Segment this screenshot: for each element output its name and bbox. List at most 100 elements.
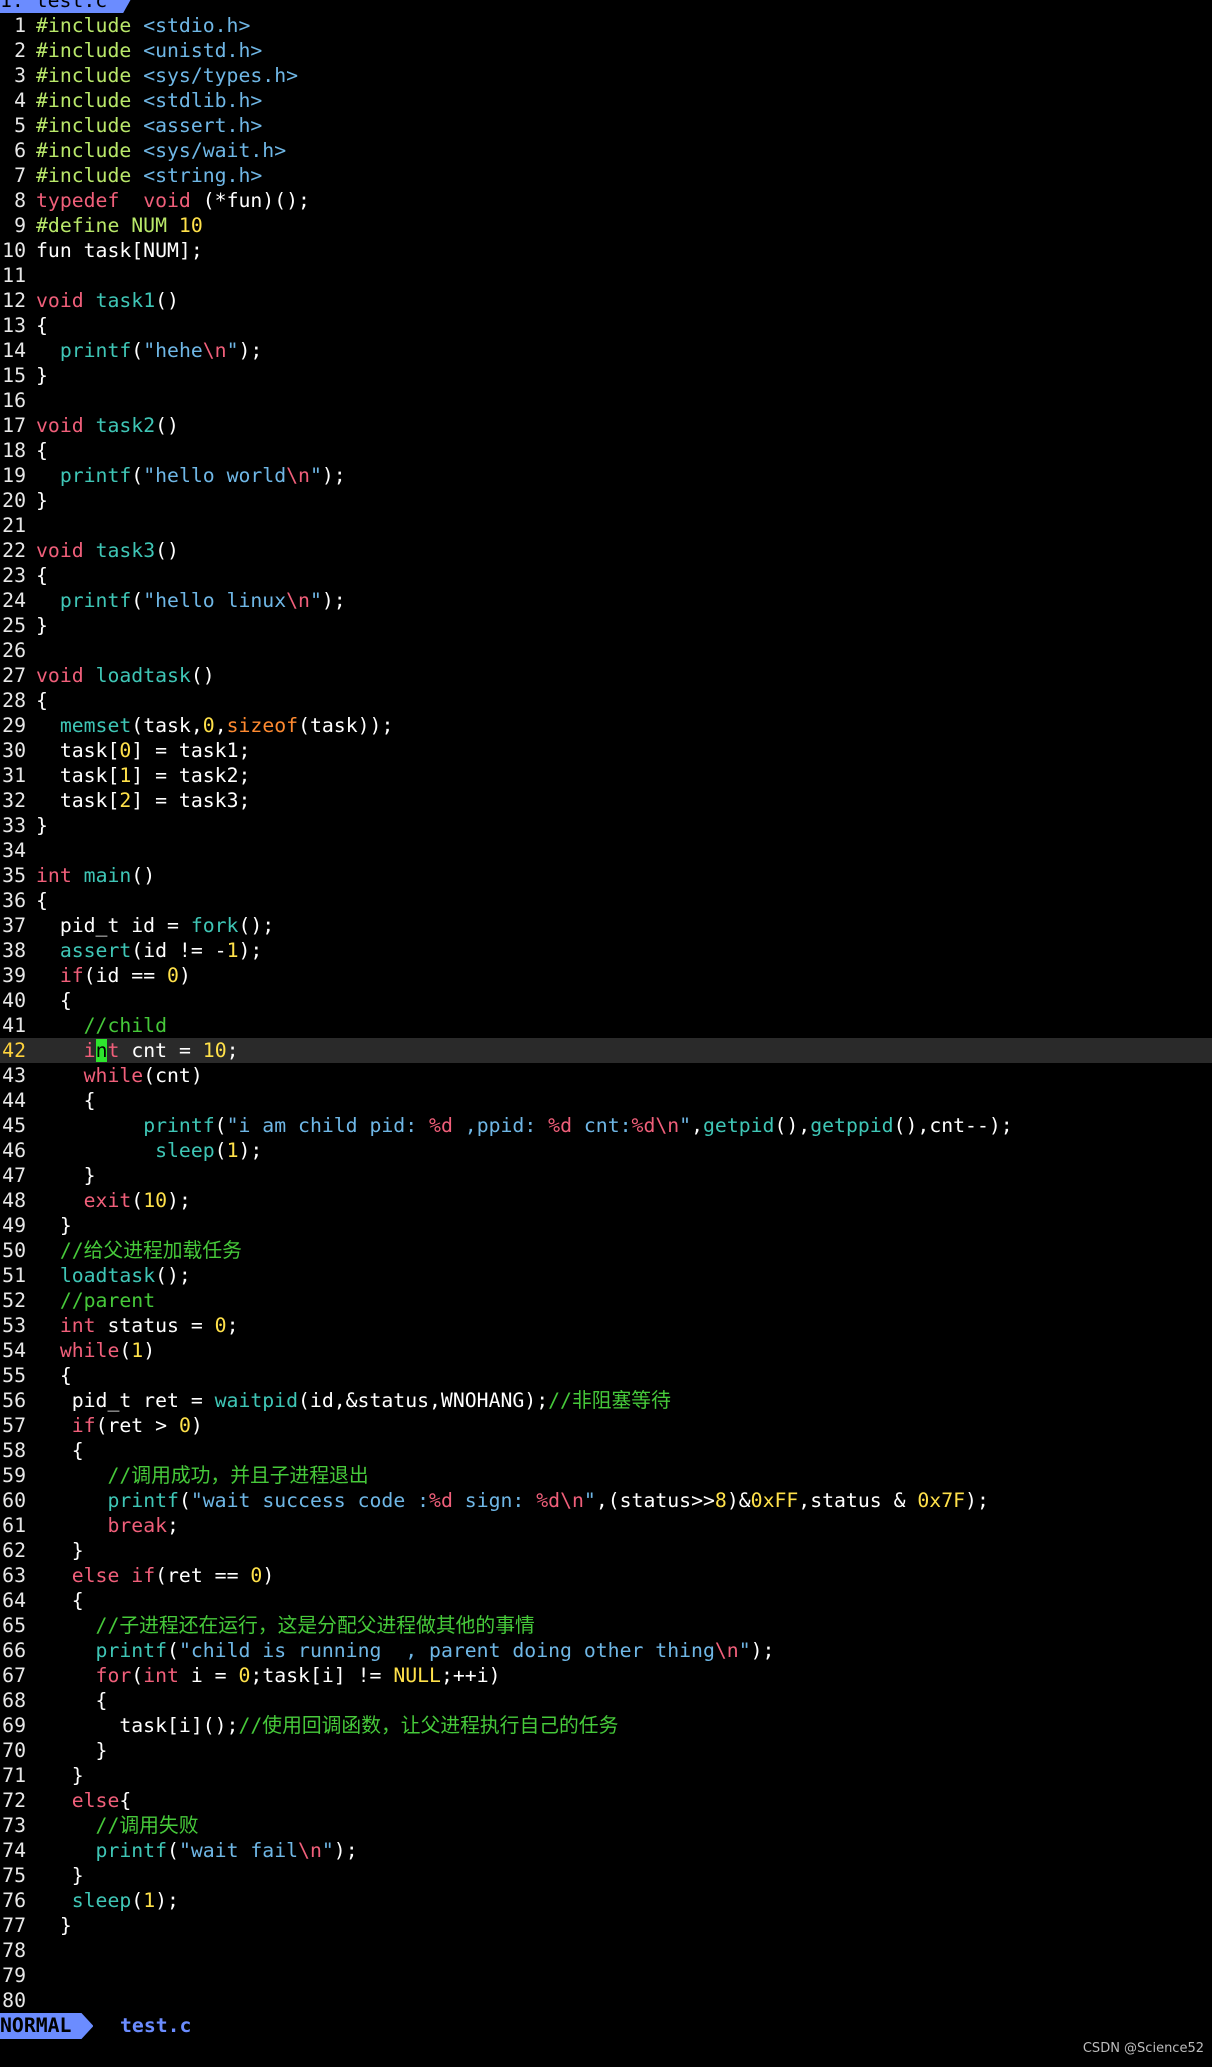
code-line[interactable]: 60 printf("wait success code :%d sign: %… bbox=[0, 1488, 1212, 1513]
code-line[interactable]: 4 #include <stdlib.h> bbox=[0, 88, 1212, 113]
code-line[interactable]: 41 //child bbox=[0, 1013, 1212, 1038]
code-line[interactable]: 56 pid_t ret = waitpid(id,&status,WNOHAN… bbox=[0, 1388, 1212, 1413]
code-line[interactable]: 77 } bbox=[0, 1913, 1212, 1938]
code-line[interactable]: 1 #include <stdio.h> bbox=[0, 13, 1212, 38]
code-line[interactable]: 45 printf("i am child pid: %d ,ppid: %d … bbox=[0, 1113, 1212, 1138]
code-line[interactable]: 29 memset(task,0,sizeof(task)); bbox=[0, 713, 1212, 738]
code-text: //给父进程加载任务 bbox=[59, 1239, 242, 1262]
code-line[interactable]: 55 { bbox=[0, 1363, 1212, 1388]
code-line[interactable]: 62 } bbox=[0, 1538, 1212, 1563]
code-line[interactable]: 14 printf("hehe\n"); bbox=[0, 338, 1212, 363]
code-line[interactable]: 68 { bbox=[0, 1688, 1212, 1713]
line-number: 77 bbox=[2, 1914, 26, 1937]
code-text: typedef void (*fun)(); bbox=[36, 189, 310, 212]
code-line[interactable]: 22 void task3() bbox=[0, 538, 1212, 563]
code-line[interactable]: 71 } bbox=[0, 1763, 1212, 1788]
code-line[interactable]: 11 bbox=[0, 263, 1212, 288]
code-line[interactable]: 72 else{ bbox=[0, 1788, 1212, 1813]
code-line[interactable]: 47 } bbox=[0, 1163, 1212, 1188]
code-text: else{ bbox=[71, 1789, 132, 1812]
code-line[interactable]: 46 sleep(1); bbox=[0, 1138, 1212, 1163]
code-line[interactable]: 19 printf("hello world\n"); bbox=[0, 463, 1212, 488]
code-line[interactable]: 74 printf("wait fail\n"); bbox=[0, 1838, 1212, 1863]
code-line[interactable]: 51 loadtask(); bbox=[0, 1263, 1212, 1288]
code-line[interactable]: 64 { bbox=[0, 1588, 1212, 1613]
code-line[interactable]: 18 { bbox=[0, 438, 1212, 463]
code-line[interactable]: 30 task[0] = task1; bbox=[0, 738, 1212, 763]
code-line[interactable]: 52 //parent bbox=[0, 1288, 1212, 1313]
text-cursor: n bbox=[95, 1039, 108, 1062]
code-line[interactable]: 36 { bbox=[0, 888, 1212, 913]
code-line[interactable]: 80 bbox=[0, 1988, 1212, 2013]
code-line[interactable]: 27 void loadtask() bbox=[0, 663, 1212, 688]
watermark: CSDN @Science52 bbox=[1082, 2041, 1204, 2056]
line-number: 75 bbox=[2, 1864, 26, 1887]
code-line[interactable]: 32 task[2] = task3; bbox=[0, 788, 1212, 813]
code-line[interactable]: 3 #include <sys/types.h> bbox=[0, 63, 1212, 88]
code-line[interactable]: 63 else if(ret == 0) bbox=[0, 1563, 1212, 1588]
code-text: exit(10); bbox=[83, 1189, 191, 1212]
code-line[interactable]: 53 int status = 0; bbox=[0, 1313, 1212, 1338]
code-line[interactable]: 16 bbox=[0, 388, 1212, 413]
code-line[interactable]: 15} bbox=[0, 363, 1212, 388]
code-line[interactable]: 73 //调用失败 bbox=[0, 1813, 1212, 1838]
code-line[interactable]: 54 while(1) bbox=[0, 1338, 1212, 1363]
code-line[interactable]: 31 task[1] = task2; bbox=[0, 763, 1212, 788]
code-line[interactable]: 43 while(cnt) bbox=[0, 1063, 1212, 1088]
code-line[interactable]: 26 bbox=[0, 638, 1212, 663]
code-line[interactable]: 67 for(int i = 0;task[i] != NULL;++i) bbox=[0, 1663, 1212, 1688]
code-line[interactable]: 49 } bbox=[0, 1213, 1212, 1238]
code-line[interactable]: 39 if(id == 0) bbox=[0, 963, 1212, 988]
code-line[interactable]: 76 sleep(1); bbox=[0, 1888, 1212, 1913]
code-line[interactable]: 61 break; bbox=[0, 1513, 1212, 1538]
code-line[interactable]: 24 printf("hello linux\n"); bbox=[0, 588, 1212, 613]
code-text: task[i]();//使用回调函数，让父进程执行自己的任务 bbox=[36, 1714, 619, 1737]
code-line[interactable]: 35 int main() bbox=[0, 863, 1212, 888]
code-text: pid_t id = fork(); bbox=[36, 914, 275, 937]
code-line[interactable]: 8 typedef void (*fun)(); bbox=[0, 188, 1212, 213]
code-line[interactable]: 42 int cnt = 10; bbox=[0, 1038, 1212, 1063]
tab-test-c[interactable]: 1: test.c bbox=[0, 0, 137, 13]
code-text: int main() bbox=[36, 864, 156, 887]
code-text: { bbox=[36, 1689, 108, 1712]
code-line[interactable]: 79 bbox=[0, 1963, 1212, 1988]
code-line[interactable]: 65 //子进程还在运行，这是分配父进程做其他的事情 bbox=[0, 1613, 1212, 1638]
code-editor[interactable]: 1 #include <stdio.h> 2 #include <unistd.h> 3… bbox=[0, 13, 1212, 2013]
code-line[interactable]: 70 } bbox=[0, 1738, 1212, 1763]
code-line[interactable]: 33} bbox=[0, 813, 1212, 838]
code-line[interactable]: 13 { bbox=[0, 313, 1212, 338]
code-line[interactable]: 66 printf("child is running , parent doi… bbox=[0, 1638, 1212, 1663]
code-line[interactable]: 37 pid_t id = fork(); bbox=[0, 913, 1212, 938]
code-line[interactable]: 58 { bbox=[0, 1438, 1212, 1463]
code-line[interactable]: 25} bbox=[0, 613, 1212, 638]
line-number: 64 bbox=[2, 1589, 26, 1612]
code-line[interactable]: 2 #include <unistd.h> bbox=[0, 38, 1212, 63]
code-line[interactable]: 50 //给父进程加载任务 bbox=[0, 1238, 1212, 1263]
code-line[interactable]: 28 { bbox=[0, 688, 1212, 713]
code-line[interactable]: 75 } bbox=[0, 1863, 1212, 1888]
code-line[interactable]: 57 if(ret > 0) bbox=[0, 1413, 1212, 1438]
code-line[interactable]: 21 bbox=[0, 513, 1212, 538]
code-line[interactable]: 34 bbox=[0, 838, 1212, 863]
code-line[interactable]: 9 #define NUM 10 bbox=[0, 213, 1212, 238]
code-line[interactable]: 6 #include <sys/wait.h> bbox=[0, 138, 1212, 163]
line-number: 21 bbox=[2, 514, 26, 537]
code-line[interactable]: 17 void task2() bbox=[0, 413, 1212, 438]
code-line[interactable]: 78 bbox=[0, 1938, 1212, 1963]
code-line[interactable]: 40 { bbox=[0, 988, 1212, 1013]
line-number: 1 bbox=[14, 14, 26, 37]
code-line[interactable]: 5 #include <assert.h> bbox=[0, 113, 1212, 138]
line-number: 12 bbox=[2, 289, 26, 312]
code-line[interactable]: 44 { bbox=[0, 1088, 1212, 1113]
line-number: 20 bbox=[2, 489, 26, 512]
code-line[interactable]: 10 fun task[NUM]; bbox=[0, 238, 1212, 263]
code-line[interactable]: 69 task[i]();//使用回调函数，让父进程执行自己的任务 bbox=[0, 1713, 1212, 1738]
code-line[interactable]: 20} bbox=[0, 488, 1212, 513]
line-number: 52 bbox=[2, 1289, 26, 1312]
code-line[interactable]: 59 //调用成功，并且子进程退出 bbox=[0, 1463, 1212, 1488]
code-line[interactable]: 48 exit(10); bbox=[0, 1188, 1212, 1213]
code-line[interactable]: 38 assert(id != -1); bbox=[0, 938, 1212, 963]
code-line[interactable]: 12 void task1() bbox=[0, 288, 1212, 313]
code-line[interactable]: 23 { bbox=[0, 563, 1212, 588]
code-line[interactable]: 7 #include <string.h> bbox=[0, 163, 1212, 188]
